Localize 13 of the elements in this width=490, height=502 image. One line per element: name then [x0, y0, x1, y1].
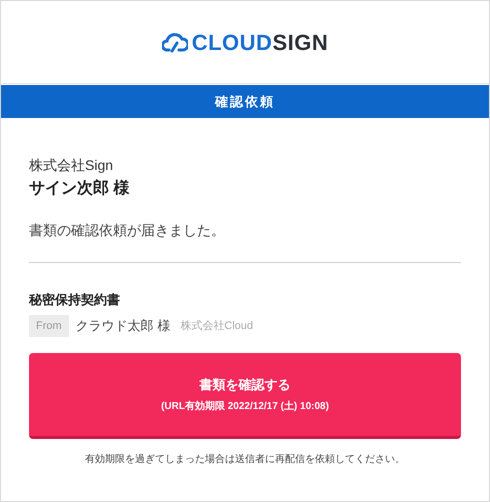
- banner-title: 確認依頼: [215, 92, 275, 111]
- sender-name: クラウド太郎 様: [76, 317, 170, 336]
- recipient-company: 株式会社Sign: [29, 156, 114, 174]
- message-text: 書類の確認依頼が届きました。: [29, 221, 226, 240]
- logo-text: CLOUD: [192, 28, 272, 56]
- sender-company: 株式会社Cloud: [180, 318, 254, 334]
- confirm-document-button[interactable]: 書類を確認する (URL有効期限 2022/12/17 (土) 10:08): [29, 353, 461, 439]
- logo-text: SIGN: [272, 28, 328, 56]
- document-title: 秘密保持契約書: [29, 291, 121, 309]
- note-text: 有効期限を過ぎてしまった場合は送信者に再配信を依頼してください。: [84, 452, 406, 467]
- recipient-name: サイン次郎 様: [29, 178, 130, 199]
- cloud-logo-icon: [162, 31, 188, 53]
- from-label: From: [29, 315, 69, 337]
